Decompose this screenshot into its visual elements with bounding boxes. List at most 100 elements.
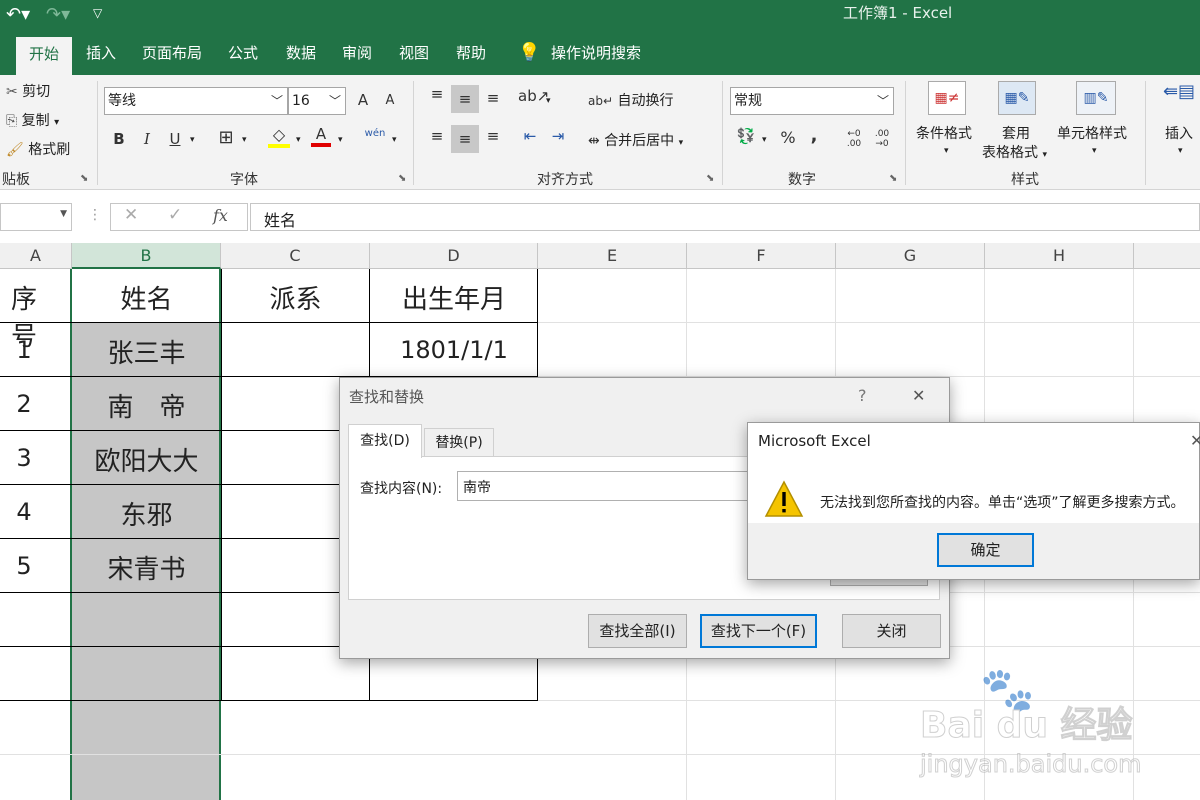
column-header-h[interactable]: H	[985, 243, 1134, 269]
chevron-down-icon[interactable]: ▾	[296, 135, 301, 145]
font-name-combo[interactable]: 等线 ﹀	[104, 87, 288, 115]
insert-cells-button[interactable]: 插入	[1165, 123, 1193, 143]
column-header-e[interactable]: E	[538, 243, 687, 269]
tab-page-layout[interactable]: 页面布局	[134, 33, 210, 75]
find-next-button[interactable]: 查找下一个(F)	[700, 614, 817, 648]
dialog-launcher-icon[interactable]: ⬊	[889, 173, 897, 184]
number-format-combo[interactable]: 常规 ﹀	[730, 87, 894, 115]
align-center-icon[interactable]: ≡	[451, 125, 479, 153]
alert-close-icon[interactable]: ✕	[1190, 431, 1200, 450]
cut-button[interactable]: ✂ 剪切	[6, 81, 50, 101]
tab-help[interactable]: 帮助	[448, 33, 494, 75]
align-right-icon[interactable]: ≡	[481, 127, 505, 145]
wrap-text-button[interactable]: ab↵ 自动换行	[588, 90, 673, 110]
underline-button[interactable]: U	[166, 130, 184, 148]
quick-access-menu-icon[interactable]: ▽	[93, 6, 102, 20]
table-cell[interactable]: 4	[0, 498, 48, 526]
copy-button[interactable]: ⎘ 复制 ▾	[6, 110, 59, 130]
table-cell[interactable]: 1	[0, 336, 48, 364]
table-format-icon[interactable]: ▦✎	[998, 81, 1036, 115]
tab-review[interactable]: 审阅	[334, 33, 380, 75]
column-header-c[interactable]: C	[221, 243, 370, 269]
table-cell[interactable]: 5	[0, 552, 48, 580]
tell-me-search[interactable]: 操作说明搜索	[548, 33, 644, 75]
chevron-down-icon[interactable]: ▾	[392, 135, 397, 145]
align-middle-icon[interactable]: ≡	[451, 85, 479, 113]
chevron-down-icon[interactable]: ▾	[190, 135, 195, 145]
chevron-down-icon[interactable]: ▾	[944, 146, 949, 156]
chevron-down-icon[interactable]: ▾	[242, 135, 247, 145]
merge-center-button[interactable]: ⇹ 合并后居中 ▾	[588, 130, 683, 150]
tab-find[interactable]: 查找(D)	[348, 424, 422, 458]
column-header-b[interactable]: B	[72, 243, 221, 269]
dialog-launcher-icon[interactable]: ⬊	[706, 173, 714, 184]
undo-icon[interactable]: ↶▾	[6, 4, 30, 25]
table-cell[interactable]: 欧阳大大	[72, 441, 221, 478]
column-header-f[interactable]: F	[687, 243, 836, 269]
fill-color-icon[interactable]: ◇	[268, 125, 290, 148]
table-cell[interactable]: 南 帝	[72, 387, 221, 424]
table-cell[interactable]: 宋青书	[72, 549, 221, 586]
font-size-combo[interactable]: 16 ﹀	[288, 87, 346, 115]
border-icon[interactable]: ⊞	[216, 127, 236, 148]
dialog-launcher-icon[interactable]: ⬊	[398, 173, 406, 184]
redo-icon[interactable]: ↷▾	[46, 4, 70, 25]
table-cell[interactable]: 1801/1/1	[370, 336, 538, 364]
name-box[interactable]: ▼	[0, 203, 72, 231]
conditional-format-button[interactable]: 条件格式	[916, 123, 972, 143]
tab-replace[interactable]: 替换(P)	[424, 428, 494, 456]
decrease-indent-icon[interactable]: ⇤	[518, 127, 542, 145]
insert-function-button[interactable]: fx	[213, 206, 228, 225]
cell-styles-button[interactable]: 单元格样式	[1057, 123, 1127, 143]
phonetic-button[interactable]: wén	[362, 128, 388, 139]
table-cell[interactable]: 张三丰	[72, 333, 221, 370]
tab-insert[interactable]: 插入	[78, 33, 124, 75]
dialog-launcher-icon[interactable]: ⬊	[80, 173, 88, 184]
table-cell[interactable]: 3	[0, 444, 48, 472]
currency-icon[interactable]: 💱	[734, 127, 758, 145]
cell-styles-icon[interactable]: ▥✎	[1076, 81, 1116, 115]
find-what-input[interactable]: 南帝	[457, 471, 757, 501]
bold-button[interactable]: B	[110, 130, 128, 148]
percent-button[interactable]: %	[778, 128, 798, 147]
table-header-cell[interactable]: 姓名	[72, 279, 221, 316]
align-left-icon[interactable]: ≡	[425, 127, 449, 145]
help-button[interactable]: ?	[858, 386, 867, 405]
italic-button[interactable]: I	[138, 130, 156, 148]
column-header-d[interactable]: D	[370, 243, 538, 269]
enter-icon[interactable]: ✓	[168, 205, 182, 225]
format-as-table-line1[interactable]: 套用	[1002, 123, 1030, 143]
insert-cells-icon[interactable]: ⇚▤	[1162, 81, 1196, 113]
tab-home[interactable]: 开始	[16, 37, 72, 75]
format-painter-button[interactable]: 🖌 格式刷	[6, 139, 70, 159]
conditional-format-icon[interactable]: ▦≠	[928, 81, 966, 115]
column-header-g[interactable]: G	[836, 243, 985, 269]
align-bottom-icon[interactable]: ≡	[481, 89, 505, 107]
table-cell[interactable]: 东邪	[72, 495, 221, 532]
ok-button[interactable]: 确定	[937, 533, 1034, 567]
comma-button[interactable]: ,	[806, 125, 822, 146]
column-header-a[interactable]: A	[0, 243, 72, 269]
find-all-button[interactable]: 查找全部(I)	[588, 614, 687, 648]
close-button[interactable]: 关闭	[842, 614, 941, 648]
chevron-down-icon[interactable]: ▾	[338, 135, 343, 145]
table-header-cell[interactable]: 出生年月	[370, 279, 538, 316]
shrink-font-button[interactable]: A	[381, 93, 399, 108]
dialog-close-icon[interactable]: ✕	[912, 386, 925, 405]
chevron-down-icon[interactable]: ▾	[1092, 146, 1097, 156]
table-header-cell[interactable]: 派系	[221, 279, 370, 316]
chevron-down-icon[interactable]: ▾	[1178, 146, 1183, 156]
orientation-icon[interactable]: ab↗	[518, 87, 549, 105]
align-top-icon[interactable]: ≡	[425, 85, 449, 103]
cancel-icon[interactable]: ✕	[124, 205, 138, 225]
increase-indent-icon[interactable]: ⇥	[546, 127, 570, 145]
chevron-down-icon[interactable]: ▾	[762, 135, 767, 145]
tab-data[interactable]: 数据	[278, 33, 324, 75]
chevron-down-icon[interactable]: ▾	[546, 96, 551, 106]
table-cell[interactable]: 2	[0, 390, 48, 418]
increase-decimal-icon[interactable]: ←0.00	[842, 129, 866, 149]
format-as-table-line2[interactable]: 表格格式 ▾	[982, 142, 1047, 162]
decrease-decimal-icon[interactable]: .00 →0	[870, 129, 894, 149]
formula-input[interactable]: 姓名	[250, 203, 1200, 231]
tab-formulas[interactable]: 公式	[220, 33, 266, 75]
